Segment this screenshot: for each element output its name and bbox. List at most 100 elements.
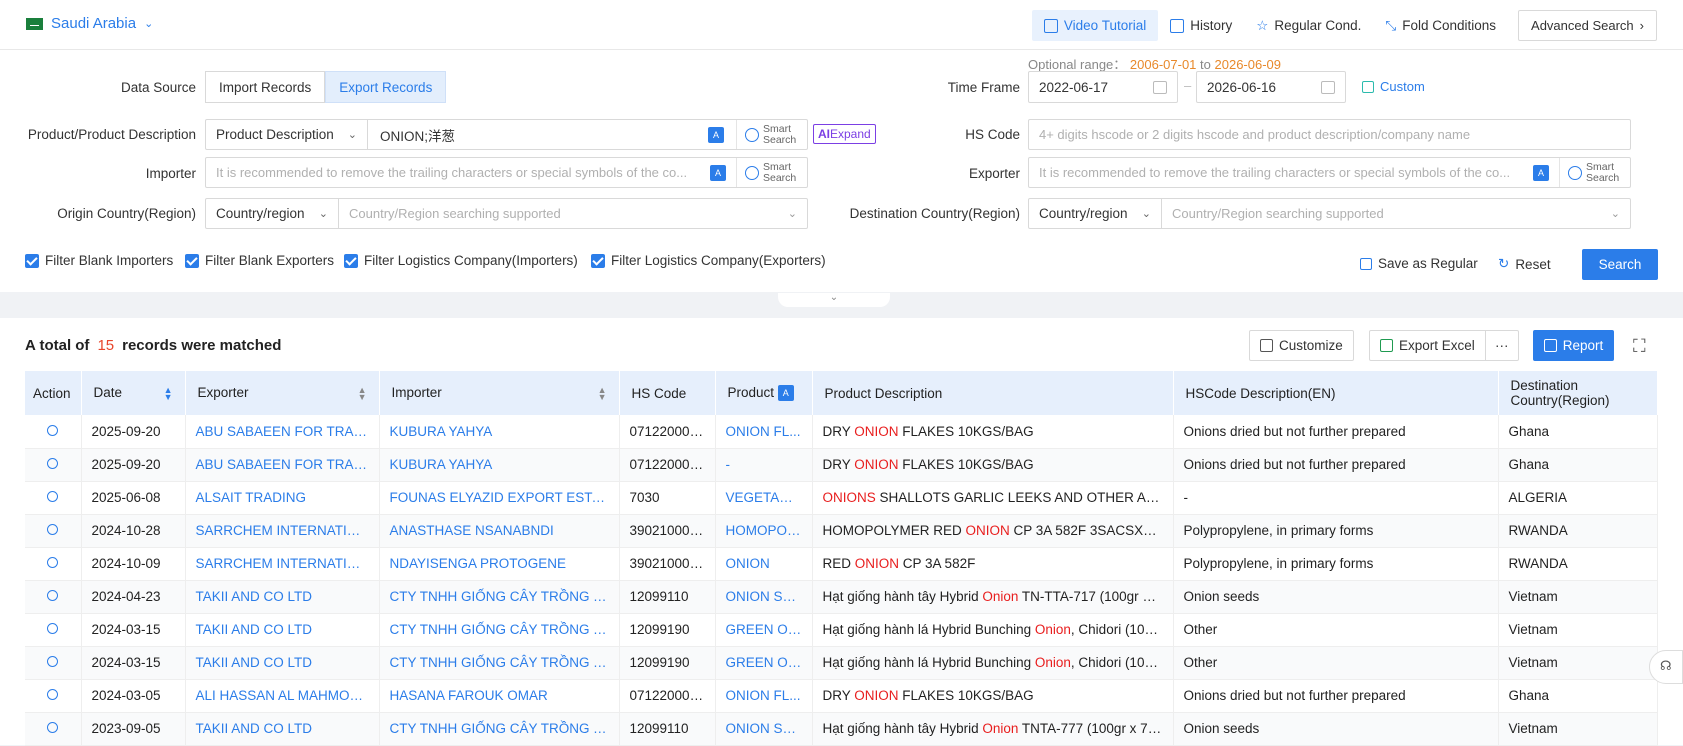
view-detail-button[interactable]	[25, 415, 82, 449]
exporter-link[interactable]: SARRCHEM INTERNATION ...	[185, 514, 380, 548]
hs-code-input[interactable]: 4+ digits hscode or 2 digits hscode and …	[1028, 119, 1631, 150]
col-exporter[interactable]: Exporter ▲ ▼	[185, 371, 380, 415]
fold-conditions-button[interactable]: ⤡ Fold Conditions	[1373, 10, 1508, 41]
advanced-search-button[interactable]: Advanced Search ›	[1518, 10, 1657, 41]
history-button[interactable]: History	[1158, 10, 1244, 41]
view-detail-button[interactable]	[25, 481, 82, 515]
export-records-option[interactable]: Export Records	[325, 71, 447, 103]
view-detail-button[interactable]	[25, 448, 82, 482]
translate-icon[interactable]: A	[710, 164, 726, 181]
translate-icon[interactable]: A	[708, 126, 724, 143]
exporter-link[interactable]: ABU SABAEEN FOR TRADING	[185, 448, 380, 482]
translate-icon[interactable]: A	[777, 385, 794, 402]
product-input[interactable]: ONION;洋葱 A	[368, 120, 736, 149]
filter-blank-exporters-checkbox[interactable]: Filter Blank Exporters	[185, 253, 334, 268]
filter-blank-importers-checkbox[interactable]: Filter Blank Importers	[25, 253, 173, 268]
more-options-button[interactable]: ···	[1486, 338, 1518, 353]
date-to-input[interactable]: 2026-06-16	[1196, 71, 1346, 103]
keyword-highlight: Onion	[1034, 655, 1071, 670]
description-text: SHALLOTS GARLIC LEEKS AND OTHER ALLIAC..…	[875, 490, 1173, 505]
product-link[interactable]: VEGETABLE	[715, 481, 813, 515]
view-detail-button[interactable]	[25, 514, 82, 548]
destination-cell: RWANDA	[1498, 547, 1658, 581]
origin-country-input[interactable]: Country/Region searching supported ⌄	[339, 206, 807, 221]
importer-link[interactable]: KUBURA YAHYA	[379, 415, 620, 449]
export-excel-button[interactable]: Export Excel	[1380, 331, 1486, 360]
importer-link[interactable]: CTY TNHH GIỐNG CÂY TRỒNG THÀ...	[379, 580, 620, 614]
col-date[interactable]: Date ▲ ▼	[81, 371, 186, 415]
importer-link[interactable]: CTY TNHH GIỐNG CÂY TRỒNG THÀ...	[379, 613, 620, 647]
exporter-link[interactable]: SARRCHEM INTERNATIONA...	[185, 547, 380, 581]
support-headset-button[interactable]: ☊	[1649, 650, 1683, 684]
exporter-link[interactable]: ABU SABAEEN FOR TRADING	[185, 415, 380, 449]
product-link[interactable]: -	[715, 448, 813, 482]
collapse-panel-toggle[interactable]: ⌄	[778, 293, 890, 307]
smart-search-button[interactable]: Smart Search	[1559, 158, 1630, 187]
product-type-select[interactable]: Product Description ⌄	[206, 120, 368, 149]
smart-search-button[interactable]: Smart Search	[736, 158, 807, 187]
product-link[interactable]: ONION SE...	[715, 580, 813, 614]
filter-logistics-importers-checkbox[interactable]: Filter Logistics Company(Importers)	[344, 253, 578, 268]
custom-button[interactable]: Custom	[1362, 79, 1425, 94]
exporter-link[interactable]: ALI HASSAN AL MAHMODI...	[185, 679, 380, 713]
table-header-row: Action Date ▲ ▼ Exporter ▲ ▼ Importer ▲ ▼ HS C…	[25, 371, 1658, 415]
calendar-icon	[1153, 80, 1167, 94]
country-selector[interactable]: Saudi Arabia ⌄	[26, 15, 153, 32]
importer-link[interactable]: CTY TNHH GIỐNG CÂY TRỒNG THÀ...	[379, 646, 620, 680]
product-link[interactable]: HOMOPOL...	[715, 514, 813, 548]
keyword-highlight: ONION	[854, 457, 899, 472]
origin-country-select[interactable]: Country/region ⌄	[206, 199, 339, 228]
product-link[interactable]: ONION FL...	[715, 415, 813, 449]
importer-link[interactable]: KUBURA YAHYA	[379, 448, 620, 482]
fullscreen-icon[interactable]: ⛶	[1633, 336, 1646, 357]
importer-link[interactable]: HASANA FAROUK OMAR	[379, 679, 620, 713]
destination-cell: Ghana	[1498, 415, 1658, 449]
ai-expand-button[interactable]: AIExpand	[813, 124, 876, 144]
date-from-input[interactable]: 2022-06-17	[1028, 71, 1178, 103]
exporter-input[interactable]: It is recommended to remove the trailing…	[1029, 158, 1559, 187]
view-detail-button[interactable]	[25, 646, 82, 680]
view-detail-button[interactable]	[25, 679, 82, 713]
product-link[interactable]: GREEN ON...	[715, 646, 813, 680]
view-detail-button[interactable]	[25, 547, 82, 581]
chevron-down-icon: ⌄	[318, 208, 328, 220]
sort-icon[interactable]: ▲ ▼	[164, 386, 173, 402]
importer-link[interactable]: FOUNAS ELYAZID EXPORT ESTABLI...	[379, 481, 620, 515]
reset-button[interactable]: ↻ Reset	[1498, 256, 1551, 272]
view-detail-button[interactable]	[25, 580, 82, 614]
view-detail-button[interactable]	[25, 712, 82, 746]
product-link[interactable]: ONION	[715, 547, 813, 581]
exporter-link[interactable]: TAKII AND CO LTD	[185, 580, 380, 614]
regular-cond-button[interactable]: ☆ Regular Cond.	[1244, 10, 1373, 41]
translate-icon[interactable]: A	[1533, 164, 1549, 181]
product-link[interactable]: ONION FL...	[715, 679, 813, 713]
destination-country-select[interactable]: Country/region ⌄	[1029, 199, 1162, 228]
exporter-link[interactable]: TAKII AND CO LTD	[185, 646, 380, 680]
video-tutorial-button[interactable]: Video Tutorial	[1031, 10, 1159, 41]
importer-link[interactable]: CTY TNHH GIỐNG CÂY TRỒNG THÀ...	[379, 712, 620, 746]
save-as-regular-button[interactable]: Save as Regular	[1360, 256, 1478, 271]
destination-country-input[interactable]: Country/Region searching supported ⌄	[1162, 206, 1630, 221]
table-row: 2024-04-23 TAKII AND CO LTD CTY TNHH GIỐNG…	[25, 580, 1658, 614]
import-records-option[interactable]: Import Records	[205, 71, 326, 103]
view-detail-button[interactable]	[25, 613, 82, 647]
report-button[interactable]: Report	[1533, 330, 1614, 361]
product-link[interactable]: ONION SE...	[715, 712, 813, 746]
filter-logistics-exporters-checkbox[interactable]: Filter Logistics Company(Exporters)	[591, 253, 826, 268]
description-text: CP 3A 582F	[899, 556, 976, 571]
exporter-link[interactable]: TAKII AND CO LTD	[185, 613, 380, 647]
search-button[interactable]: Search	[1582, 249, 1658, 280]
smart-search-button[interactable]: Smart Search	[736, 120, 807, 149]
hs-code-label: HS Code	[965, 127, 1020, 142]
customize-button[interactable]: Customize	[1249, 330, 1354, 361]
col-importer[interactable]: Importer ▲ ▼	[379, 371, 620, 415]
importer-link[interactable]: NDAYISENGA PROTOGENE	[379, 547, 620, 581]
sort-icon[interactable]: ▲ ▼	[598, 386, 607, 402]
importer-input[interactable]: It is recommended to remove the trailing…	[206, 158, 736, 187]
sort-icon[interactable]: ▲ ▼	[358, 386, 367, 402]
exporter-link[interactable]: TAKII AND CO LTD	[185, 712, 380, 746]
exporter-link[interactable]: ALSAIT TRADING	[185, 481, 380, 515]
product-link[interactable]: GREEN ON...	[715, 613, 813, 647]
importer-link[interactable]: ANASTHASE NSANABNDI	[379, 514, 620, 548]
table-row: 2025-06-08 ALSAIT TRADING FOUNAS ELYAZID E…	[25, 481, 1658, 515]
